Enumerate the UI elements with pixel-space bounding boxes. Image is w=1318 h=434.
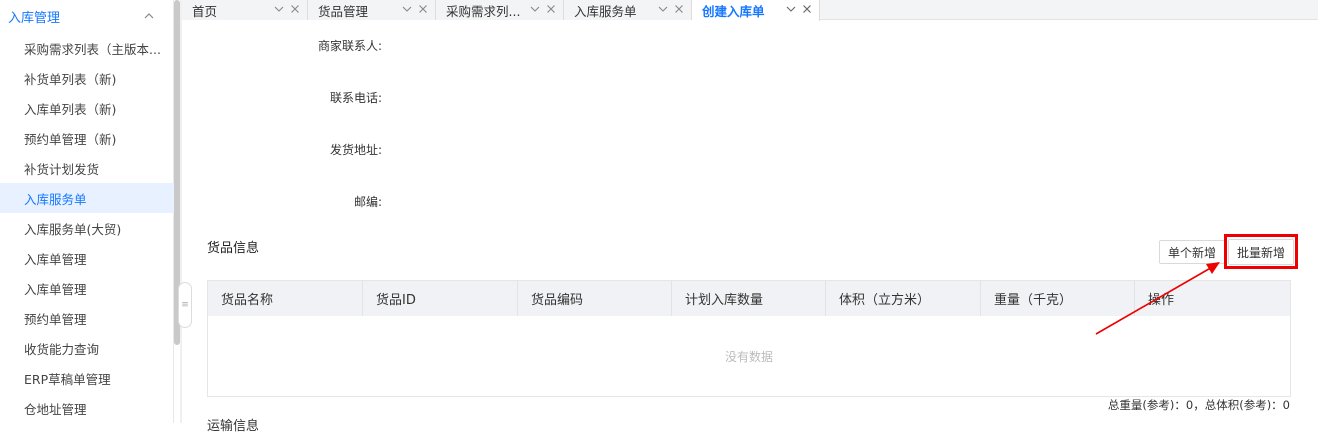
tab-goods-manage[interactable]: 货品管理	[308, 0, 436, 20]
sidebar-item-inbound-service[interactable]: 入库服务单	[0, 183, 174, 213]
tab-create-inbound[interactable]: 创建入库单	[692, 0, 820, 21]
sidebar-item-inbound-service-trade[interactable]: 入库服务单(大贸)	[0, 213, 174, 243]
chevron-down-icon[interactable]	[401, 3, 413, 15]
sidebar-item-replenish-plan[interactable]: 补货计划发货	[0, 153, 174, 183]
close-icon[interactable]	[417, 3, 429, 15]
sidebar-item-booking-manage[interactable]: 预约单管理（新)	[0, 123, 174, 153]
sidebar-group-label: 入库管理	[8, 10, 61, 26]
sidebar-collapse-handle[interactable]: ≡	[178, 282, 192, 328]
chevron-down-icon[interactable]	[785, 3, 797, 15]
sidebar-item-warehouse-address[interactable]: 仓地址管理	[0, 393, 174, 423]
tab-inbound-service[interactable]: 入库服务单	[564, 0, 692, 20]
sidebar-item-inbound-manage[interactable]: 入库单管理	[0, 243, 174, 273]
sidebar-item-receiving-capacity[interactable]: 收货能力查询	[0, 333, 174, 363]
highlight-box	[1224, 234, 1298, 269]
postcode-label: 邮编:	[353, 195, 382, 209]
sidebar-item-inbound-list[interactable]: 入库单列表（新)	[0, 93, 174, 123]
menu-icon: ≡	[181, 300, 189, 310]
column-header-goods-name: 货品名称	[208, 281, 363, 316]
sidebar-item-booking[interactable]: 预约单管理	[0, 303, 174, 333]
transport-section-title: 运输信息	[207, 419, 260, 434]
column-header-goods-code: 货品编码	[518, 281, 672, 316]
sidebar-item-erp-drafts[interactable]: ERP草稿单管理	[0, 363, 174, 393]
merchant-contact-label: 商家联系人:	[317, 39, 382, 53]
totals-summary: 总重量(参考)：0，总体积(参考)：0	[1107, 398, 1290, 412]
sidebar: 入库管理 采购需求列表（主版本... 补货单列表（新) 入库单列表（新) 预约单…	[0, 0, 174, 423]
tab-purchase-demand[interactable]: 采购需求列...	[436, 0, 564, 20]
chevron-up-icon	[144, 13, 154, 19]
column-header-volume: 体积（立方米）	[826, 281, 981, 316]
close-icon[interactable]	[289, 3, 301, 15]
close-icon[interactable]	[545, 3, 557, 15]
goods-section-title: 货品信息	[207, 241, 260, 256]
sidebar-item-replenish-list[interactable]: 补货单列表（新)	[0, 63, 174, 93]
divider	[180, 0, 182, 423]
phone-label: 联系电话:	[329, 91, 382, 105]
column-header-planned-qty: 计划入库数量	[672, 281, 826, 316]
chevron-down-icon[interactable]	[529, 3, 541, 15]
close-icon[interactable]	[673, 3, 685, 15]
chevron-down-icon[interactable]	[657, 3, 669, 15]
column-header-goods-id: 货品ID	[363, 281, 518, 316]
chevron-down-icon[interactable]	[273, 3, 285, 15]
ship-address-label: 发货地址:	[329, 143, 382, 157]
sidebar-item-inbound-manage-2[interactable]: 入库单管理	[0, 273, 174, 303]
sidebar-group-inbound[interactable]: 入库管理	[0, 0, 174, 32]
annotation-arrow-icon	[1095, 262, 1220, 335]
sidebar-item-purchase-demand[interactable]: 采购需求列表（主版本...	[0, 33, 174, 63]
tab-home[interactable]: 首页	[182, 0, 308, 20]
tab-bar: 首页 货品管理 采购需求列... 入库服务单 创建入库单	[182, 0, 1318, 21]
close-icon[interactable]	[801, 3, 813, 15]
